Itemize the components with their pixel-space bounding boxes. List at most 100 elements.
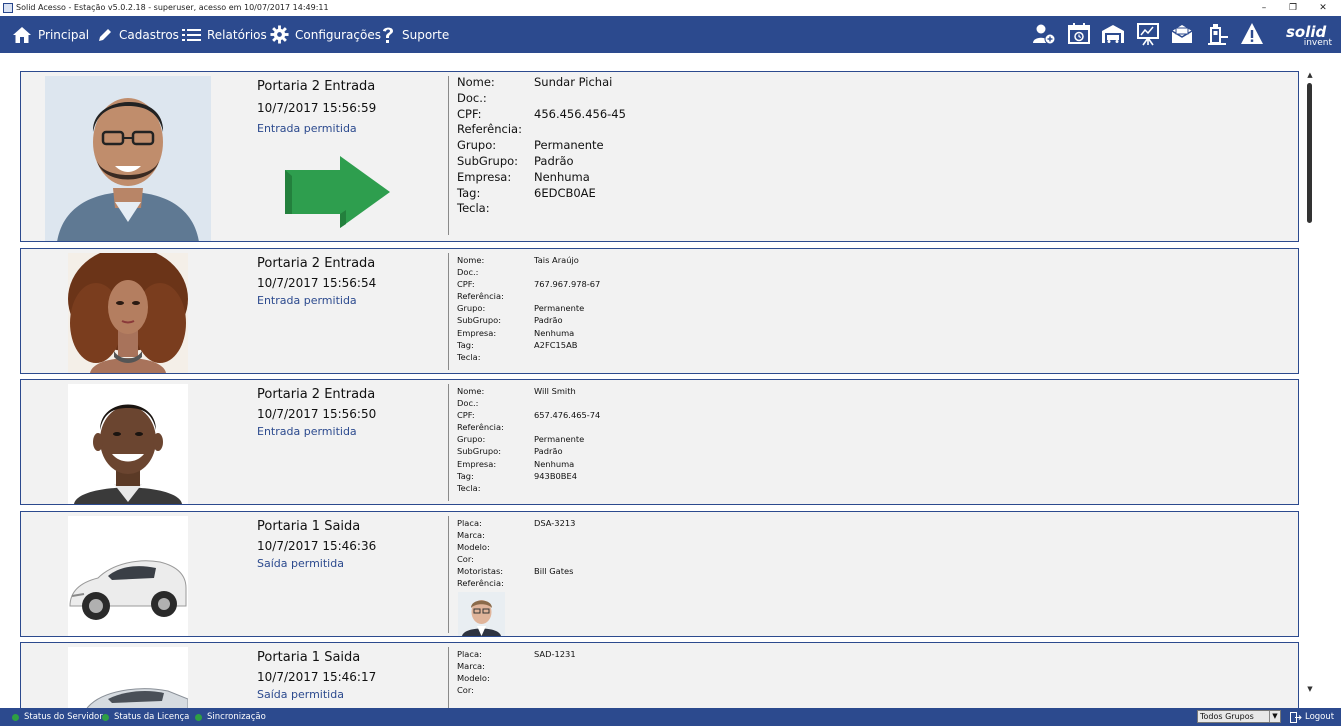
detail-value: 456.456.456-45 xyxy=(534,106,626,121)
detail-label: CPF: xyxy=(457,279,475,290)
detail-value: Permanente xyxy=(534,434,585,445)
person-details: Nome: Sundar Pichai Doc.: CPF: 456.456.456… xyxy=(457,75,626,217)
detail-label: Empresa: xyxy=(457,327,497,338)
detail-label: Grupo: xyxy=(457,138,497,153)
event-status: Entrada permitida xyxy=(257,122,357,135)
question-icon xyxy=(383,27,393,43)
detail-row: Nome: Sundar Pichai xyxy=(457,75,626,91)
pencil-icon xyxy=(99,28,111,41)
license-status: Status da Licença xyxy=(102,708,189,726)
detail-value: Nenhuma xyxy=(534,169,590,184)
detail-label: SubGrupo: xyxy=(457,446,502,457)
event-card[interactable]: Portaria 2 Entrada 10/7/2017 15:56:50 En… xyxy=(20,379,1299,505)
group-select[interactable]: Todos Grupos ▼ xyxy=(1197,710,1281,723)
presentation-icon[interactable] xyxy=(1136,22,1160,46)
detail-label: SubGrupo: xyxy=(457,153,519,168)
nav-label: Configurações xyxy=(295,27,381,42)
detail-row: Motoristas: Bill Gates xyxy=(457,565,575,577)
nav-relatorios[interactable]: Relatórios xyxy=(182,16,267,53)
detail-label: Doc.: xyxy=(457,398,479,409)
group-select-value: Todos Grupos xyxy=(1200,712,1254,721)
event-status: Entrada permitida xyxy=(257,425,357,438)
detail-value: Padrão xyxy=(534,446,563,457)
detail-value: DSA-3213 xyxy=(534,518,576,528)
detail-label: Referência: xyxy=(457,422,504,433)
detail-row: CPF: 456.456.456-45 xyxy=(457,107,626,123)
detail-label: Doc.: xyxy=(457,90,487,105)
nav-cadastros[interactable]: Cadastros xyxy=(97,16,179,53)
event-card[interactable]: Portaria 1 Saida 10/7/2017 15:46:36 Saíd… xyxy=(20,511,1299,637)
logout-label: Logout xyxy=(1305,712,1335,722)
scroll-up-arrow-icon[interactable]: ▲ xyxy=(1306,71,1314,79)
detail-value: Nenhuma xyxy=(534,327,575,338)
detail-value: Sundar Pichai xyxy=(534,75,613,89)
vertical-scrollbar[interactable]: ▲ ▼ xyxy=(1306,71,1314,700)
garage-icon[interactable] xyxy=(1101,22,1125,46)
detail-row: Referência: xyxy=(457,421,600,433)
detail-row: Tag: 943B0BE4 xyxy=(457,470,600,482)
detail-label: Cor: xyxy=(457,685,474,696)
status-label: Sincronização xyxy=(207,712,266,722)
event-time: 10/7/2017 15:46:17 xyxy=(257,670,377,684)
detail-row: Grupo: Permanente xyxy=(457,138,626,154)
card-divider xyxy=(448,647,449,708)
detail-label: Marca: xyxy=(457,661,485,672)
detail-row: Grupo: Permanente xyxy=(457,302,600,314)
detail-row: Doc.: xyxy=(457,397,600,409)
detail-label: Referência: xyxy=(457,578,504,589)
gear-icon xyxy=(270,25,289,44)
guard-booth-icon[interactable] xyxy=(1205,22,1229,46)
person-photo xyxy=(68,384,188,504)
detail-label: Empresa: xyxy=(457,458,497,469)
event-card[interactable]: Portaria 2 Entrada 10/7/2017 15:56:59 En… xyxy=(20,71,1299,242)
event-card[interactable]: Portaria 2 Entrada 10/7/2017 15:56:54 En… xyxy=(20,248,1299,374)
warning-icon[interactable] xyxy=(1240,22,1264,46)
add-user-icon[interactable] xyxy=(1032,22,1056,46)
detail-label: Cor: xyxy=(457,554,474,565)
driver-photo xyxy=(458,592,505,636)
calendar-clock-icon[interactable] xyxy=(1067,22,1091,46)
logout-icon xyxy=(1290,711,1302,723)
access-events-list[interactable]: Portaria 2 Entrada 10/7/2017 15:56:59 En… xyxy=(0,53,1341,708)
event-card[interactable]: Portaria 1 Saida 10/7/2017 15:46:17 Saíd… xyxy=(20,642,1299,708)
scroll-down-arrow-icon[interactable]: ▼ xyxy=(1306,685,1314,693)
person-photo xyxy=(45,76,211,241)
nav-configuracoes[interactable]: Configurações xyxy=(270,16,381,53)
detail-row: Tecla: xyxy=(457,201,626,217)
window-title: Solid Acesso - Estação v5.0.2.18 - super… xyxy=(16,3,329,12)
detail-label: Tecla: xyxy=(457,351,481,362)
detail-row: Tecla: xyxy=(457,482,600,494)
detail-row: Modelo: xyxy=(457,672,576,684)
detail-row: CPF: 767.967.978-67 xyxy=(457,278,600,290)
status-label: Status do Servidor xyxy=(24,712,103,722)
restore-button[interactable]: ❐ xyxy=(1278,0,1308,16)
event-location: Portaria 1 Saida xyxy=(257,650,361,665)
main-toolbar: Principal Cadastros Relatórios Configura… xyxy=(0,16,1341,53)
detail-value: 943B0BE4 xyxy=(534,470,578,481)
detail-label: Grupo: xyxy=(457,434,486,445)
detail-row: Empresa: Nenhuma xyxy=(457,458,600,470)
vehicle-photo xyxy=(68,516,188,636)
detail-label: CPF: xyxy=(457,106,482,121)
mail-icon[interactable] xyxy=(1170,22,1194,46)
entry-arrow-icon xyxy=(285,156,390,228)
detail-row: Cor: xyxy=(457,684,576,696)
detail-label: Tag: xyxy=(457,185,481,200)
nav-suporte[interactable]: Suporte xyxy=(380,16,449,53)
detail-row: Nome: Will Smith xyxy=(457,385,600,397)
close-button[interactable]: ✕ xyxy=(1308,0,1338,16)
detail-value: 6EDCB0AE xyxy=(534,185,596,200)
nav-label: Principal xyxy=(38,27,90,42)
nav-principal[interactable]: Principal xyxy=(12,16,89,53)
chevron-down-icon: ▼ xyxy=(1269,711,1280,722)
nav-label: Suporte xyxy=(402,27,450,42)
detail-row: Referência: xyxy=(457,122,626,138)
status-dot-icon xyxy=(195,713,202,721)
scrollbar-thumb[interactable] xyxy=(1307,83,1312,223)
title-bar: Solid Acesso - Estação v5.0.2.18 - super… xyxy=(0,0,1341,16)
detail-row: Tag: 6EDCB0AE xyxy=(457,186,626,202)
detail-row: Doc.: xyxy=(457,91,626,107)
minimize-button[interactable]: – xyxy=(1249,0,1279,16)
logout-button[interactable]: Logout xyxy=(1290,708,1334,726)
detail-label: Placa: xyxy=(457,649,482,659)
